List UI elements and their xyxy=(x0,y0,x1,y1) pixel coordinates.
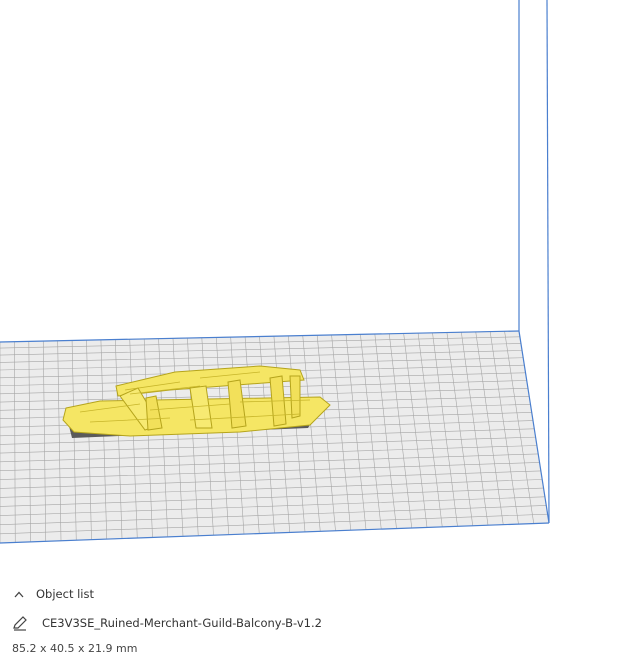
pencil-icon[interactable] xyxy=(12,615,28,631)
model-pillar-4 xyxy=(289,375,301,419)
object-list-panel: Object list 85.2 x 40.5 x 21.9 mm xyxy=(0,572,623,665)
object-list-label: Object list xyxy=(36,587,94,601)
chevron-up-icon xyxy=(12,587,26,601)
object-name-row xyxy=(12,612,442,634)
3d-viewport[interactable] xyxy=(0,0,623,560)
object-dimensions: 85.2 x 40.5 x 21.9 mm xyxy=(12,642,138,655)
object-name-field[interactable] xyxy=(42,616,442,630)
object-list-toggle[interactable]: Object list xyxy=(12,584,94,604)
build-plate-scene[interactable] xyxy=(0,0,623,560)
